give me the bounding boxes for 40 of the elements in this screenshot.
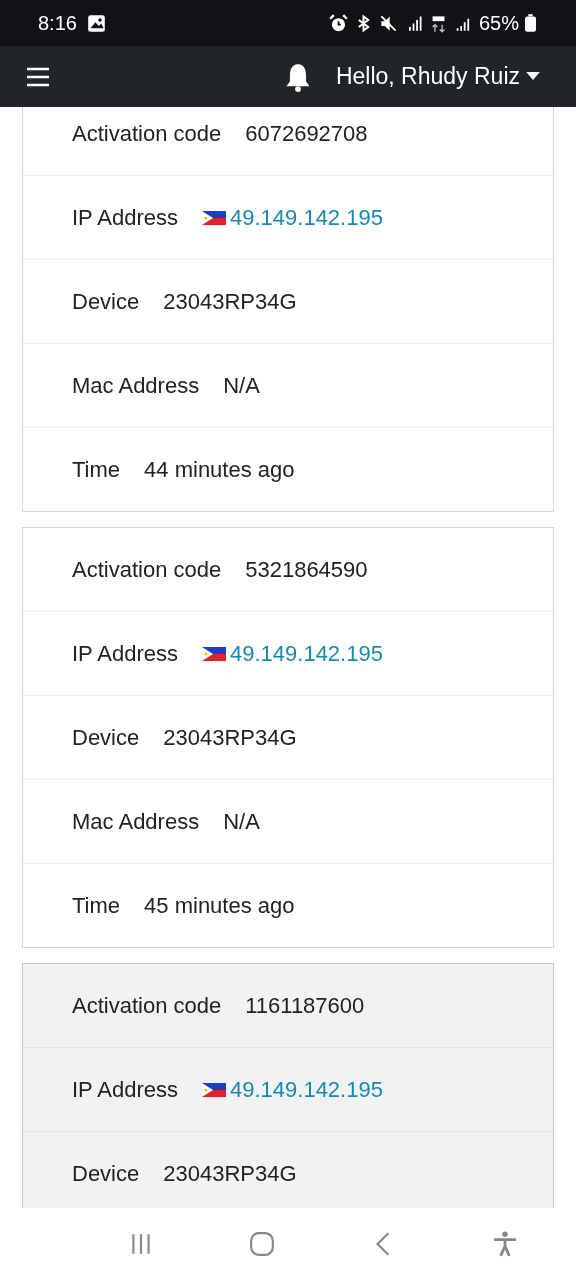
field-label: Device	[72, 724, 140, 751]
flag-icon	[202, 1082, 226, 1097]
menu-button[interactable]	[26, 65, 50, 88]
image-icon	[86, 13, 106, 33]
status-time: 8:16	[38, 11, 77, 35]
battery-icon	[525, 14, 536, 32]
field-label: IP Address	[72, 1076, 178, 1103]
field-value: 45 minutes ago	[144, 892, 295, 919]
alarm-icon	[328, 13, 348, 33]
field-value: 5321864590	[245, 556, 368, 583]
field-value: 44 minutes ago	[144, 456, 295, 483]
ip-address-link[interactable]: 49.149.142.195	[230, 640, 383, 667]
field-value: 1161187600	[245, 992, 365, 1019]
field-label: Activation code	[72, 120, 222, 147]
field-label: Time	[72, 456, 121, 483]
field-value: N/A	[223, 372, 260, 399]
field-label: IP Address	[72, 640, 178, 667]
field-label: Mac Address	[72, 808, 200, 835]
field-label: IP Address	[72, 204, 178, 231]
field-label: Device	[72, 288, 140, 315]
field-label: Activation code	[72, 992, 222, 1019]
battery-percentage: 65%	[478, 11, 519, 35]
ip-address-link[interactable]: 49.149.142.195	[230, 1076, 383, 1103]
field-value: 23043RP34G	[163, 288, 297, 315]
ip-address-link[interactable]: 49.149.142.195	[230, 204, 383, 231]
accessibility-icon[interactable]	[492, 1231, 519, 1257]
flag-icon	[202, 210, 226, 225]
flag-icon	[202, 646, 226, 661]
caret-icon	[526, 72, 540, 81]
mute-icon	[378, 13, 398, 33]
field-value: N/A	[223, 808, 260, 835]
field-label: Time	[72, 892, 121, 919]
home-icon[interactable]	[249, 1231, 276, 1257]
field-value: 23043RP34G	[163, 1160, 297, 1187]
user-menu-button[interactable]: Hello, Rhudy Ruiz	[335, 63, 540, 90]
field-label: Activation code	[72, 556, 222, 583]
field-value: 6072692708	[245, 120, 368, 147]
field-value: 23043RP34G	[163, 724, 297, 751]
field-label: Device	[72, 1160, 140, 1187]
field-label: Mac Address	[72, 372, 200, 399]
